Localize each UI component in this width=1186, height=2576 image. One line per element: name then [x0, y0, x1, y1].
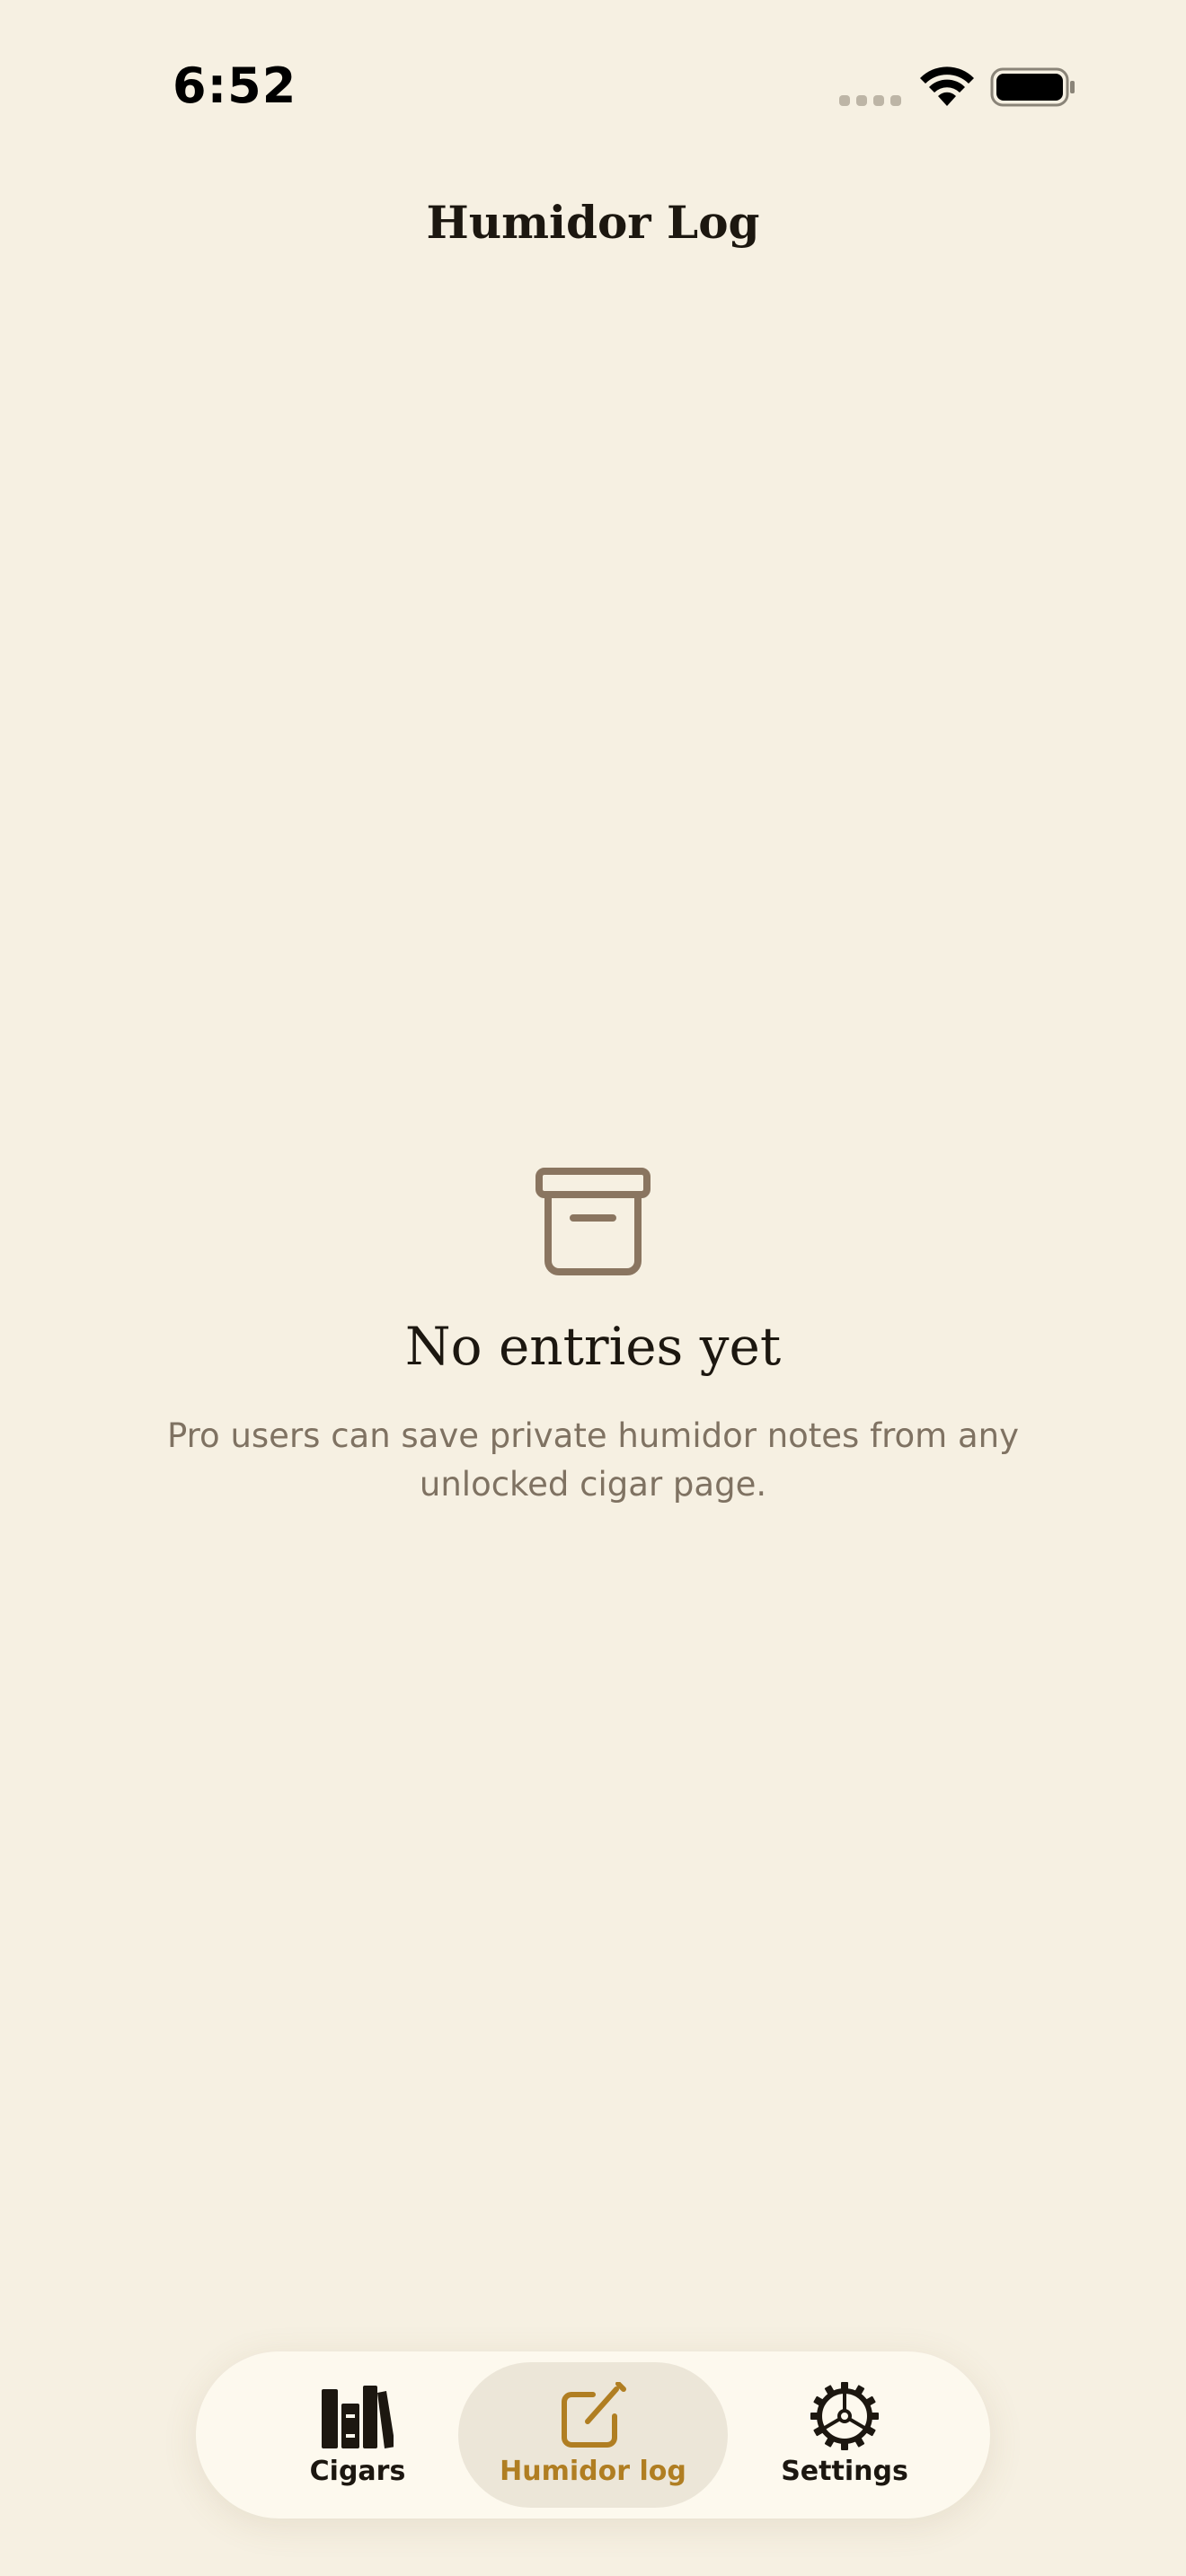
empty-state-title: No entries yet [404, 1316, 782, 1377]
signal-icon [839, 95, 901, 106]
gear-icon [810, 2382, 879, 2450]
tab-label-settings: Settings [781, 2456, 908, 2487]
tab-settings[interactable]: Settings [710, 2362, 979, 2508]
tab-humidor-log[interactable]: Humidor log [458, 2362, 728, 2508]
status-time: 6:52 [173, 57, 297, 114]
wifi-icon [920, 66, 974, 106]
empty-state-description: Pro users can save private humidor notes… [167, 1416, 1019, 1504]
archive-box-icon [535, 1168, 651, 1275]
battery-icon [990, 67, 1075, 107]
tab-label-cigars: Cigars [309, 2456, 406, 2487]
edit-note-icon [562, 2382, 626, 2448]
books-icon [322, 2386, 394, 2448]
tab-cigars[interactable]: Cigars [223, 2362, 492, 2508]
empty-state: No entries yet Pro users can save privat… [0, 1164, 1186, 1509]
tab-bar: Cigars Humidor log Settings [196, 2351, 990, 2519]
tab-label-humidor-log: Humidor log [500, 2456, 686, 2487]
status-bar: 6:52 [0, 0, 1186, 171]
page-title: Humidor Log [426, 196, 760, 249]
